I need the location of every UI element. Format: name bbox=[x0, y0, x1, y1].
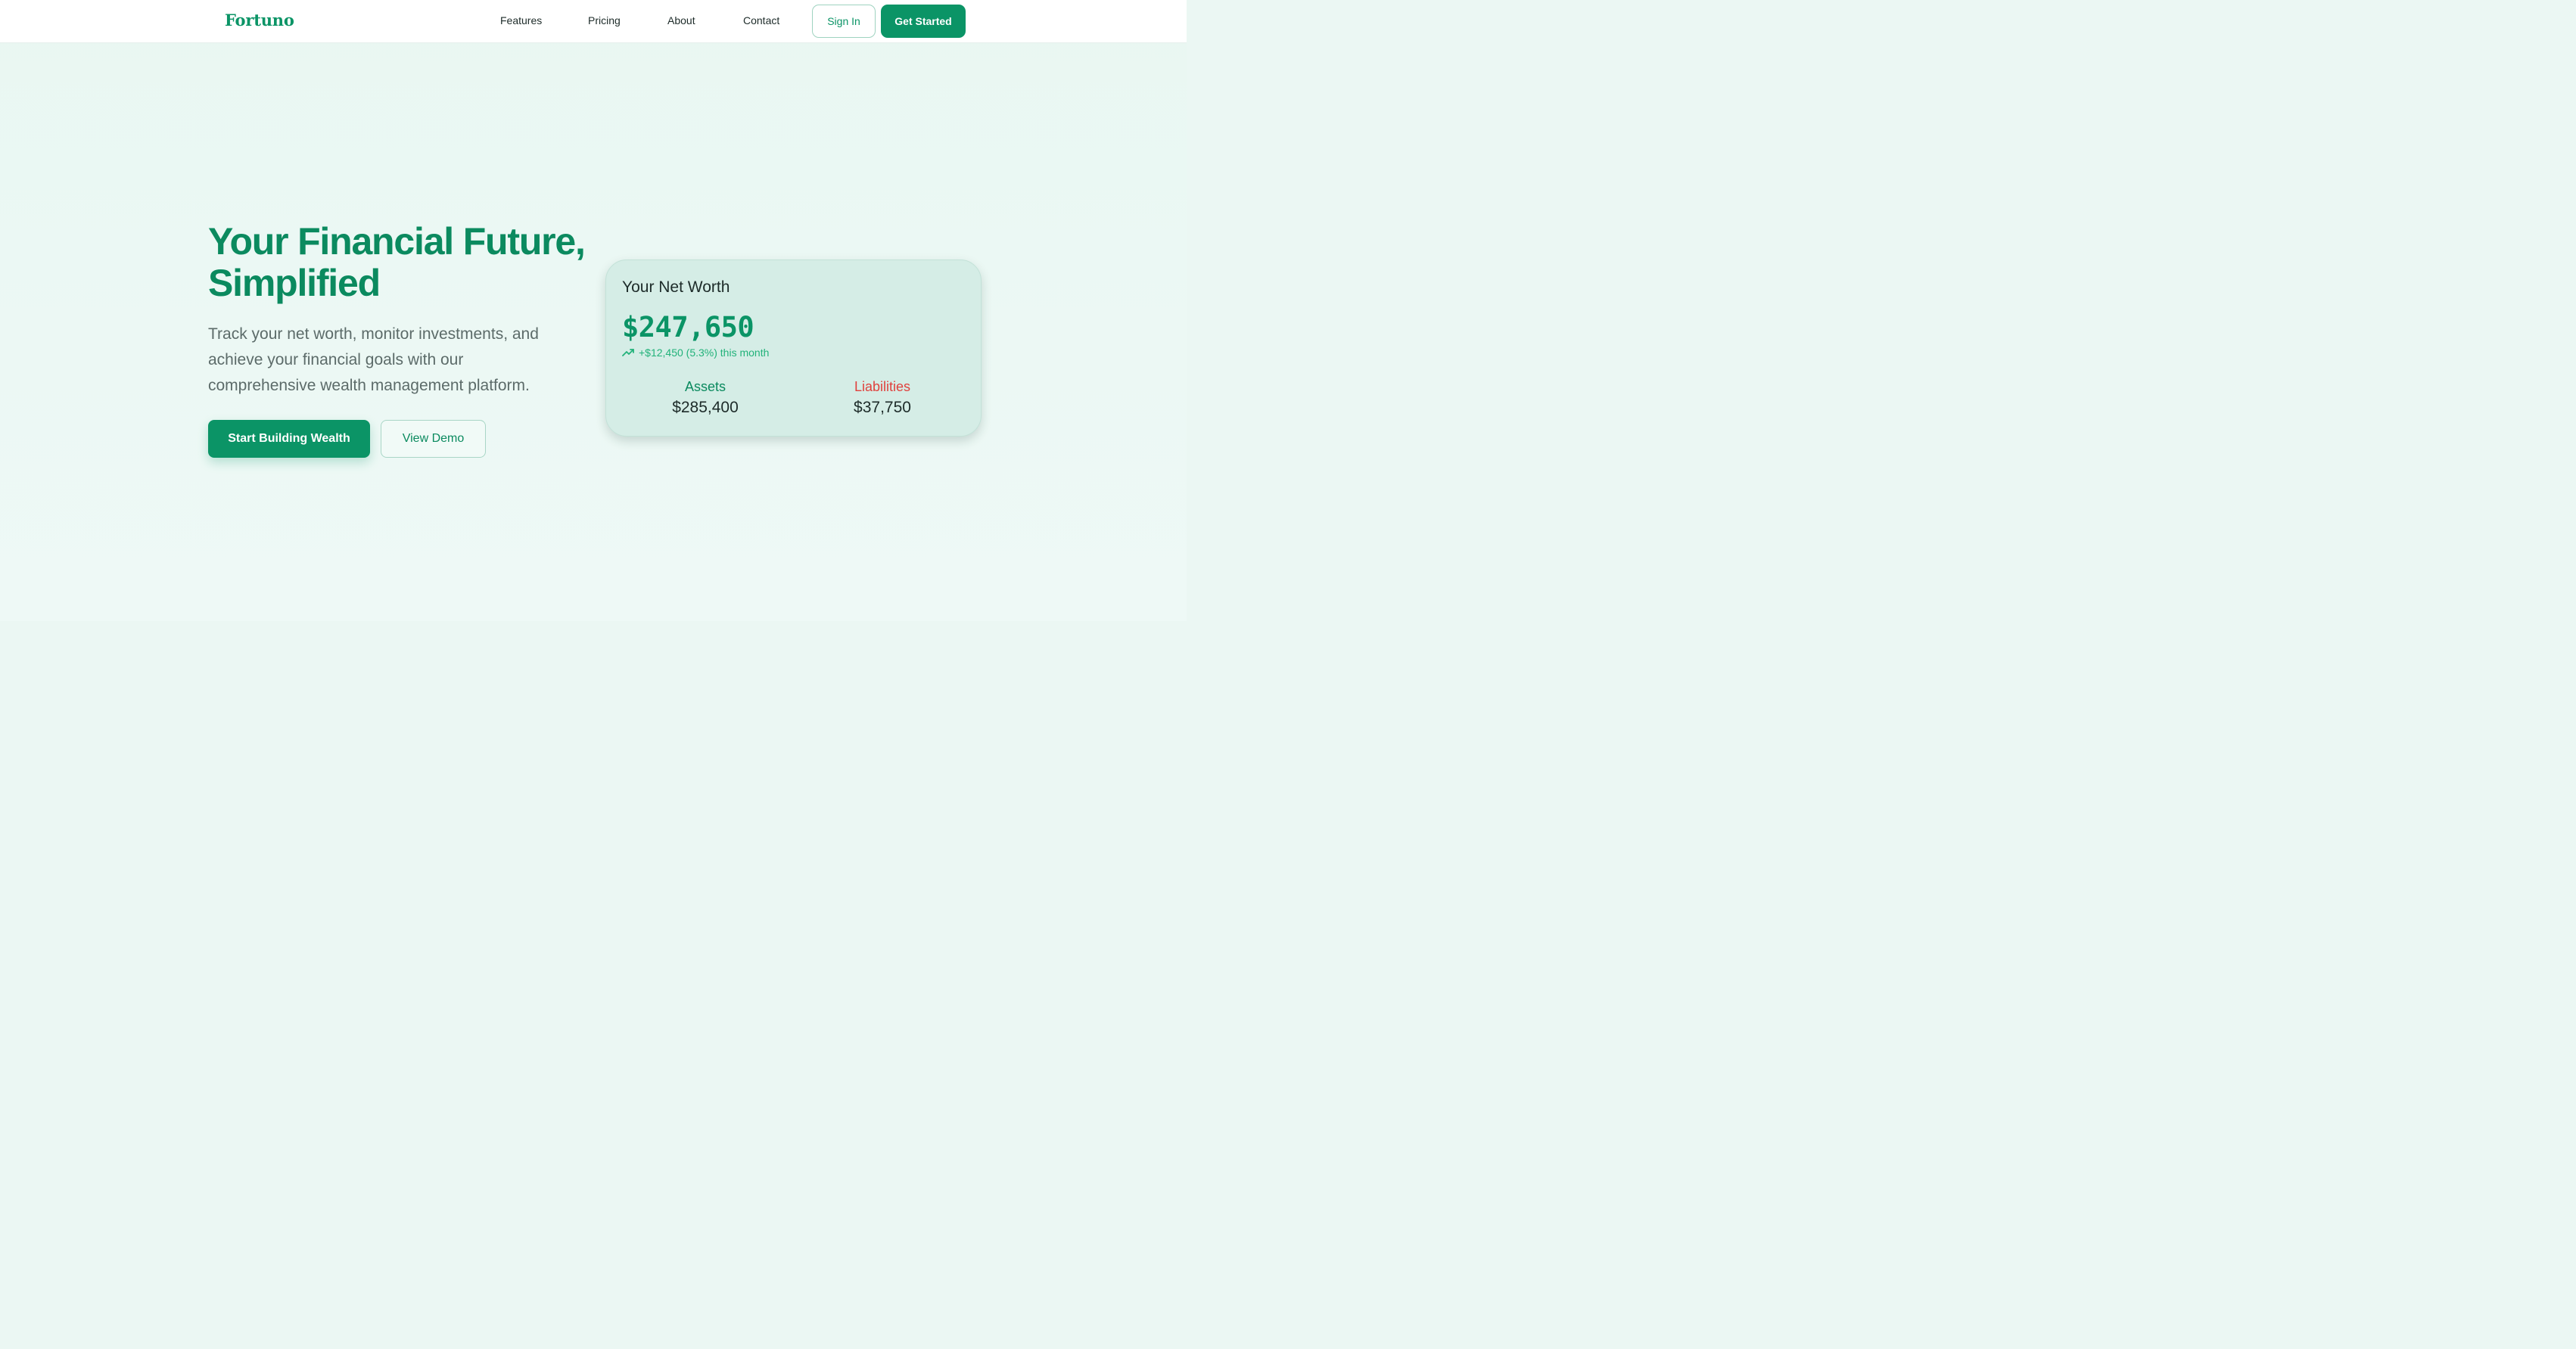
hero-title: Your Financial Future, Simplified bbox=[208, 221, 602, 304]
sign-in-button[interactable]: Sign In bbox=[812, 5, 876, 38]
assets-stat: Assets $285,400 bbox=[645, 379, 766, 417]
hero-title-line-1: Your Financial Future, bbox=[208, 220, 586, 263]
trending-up-icon bbox=[622, 349, 634, 356]
net-worth-change-text: +$12,450 (5.3%) this month bbox=[639, 347, 770, 359]
nav-link-features[interactable]: Features bbox=[500, 14, 542, 26]
hero-title-line-2: Simplified bbox=[208, 262, 381, 304]
liabilities-value: $37,750 bbox=[854, 399, 911, 416]
net-worth-title: Your Net Worth bbox=[622, 278, 730, 296]
assets-value: $285,400 bbox=[672, 399, 739, 416]
start-building-wealth-button[interactable]: Start Building Wealth bbox=[208, 420, 370, 458]
nav-link-pricing[interactable]: Pricing bbox=[588, 14, 621, 26]
view-demo-button[interactable]: View Demo bbox=[381, 420, 486, 458]
nav-link-about[interactable]: About bbox=[667, 14, 695, 26]
brand-logo[interactable]: Fortuno bbox=[225, 11, 294, 30]
hero-subtitle: Track your net worth, monitor investment… bbox=[208, 325, 539, 394]
liabilities-stat: Liabilities $37,750 bbox=[822, 379, 943, 417]
net-worth-card: Your Net Worth $247,650 +$12,450 (5.3%) … bbox=[605, 260, 982, 437]
get-started-button[interactable]: Get Started bbox=[881, 5, 966, 38]
assets-label: Assets bbox=[684, 379, 726, 394]
top-navbar: Fortuno Features Pricing About Contact S… bbox=[0, 0, 1187, 43]
page: Fortuno Features Pricing About Contact S… bbox=[0, 0, 1187, 621]
net-worth-change: +$12,450 (5.3%) this month bbox=[622, 347, 769, 359]
nav-link-contact[interactable]: Contact bbox=[743, 14, 779, 26]
liabilities-label: Liabilities bbox=[854, 379, 911, 394]
net-worth-amount: $247,650 bbox=[622, 311, 754, 343]
